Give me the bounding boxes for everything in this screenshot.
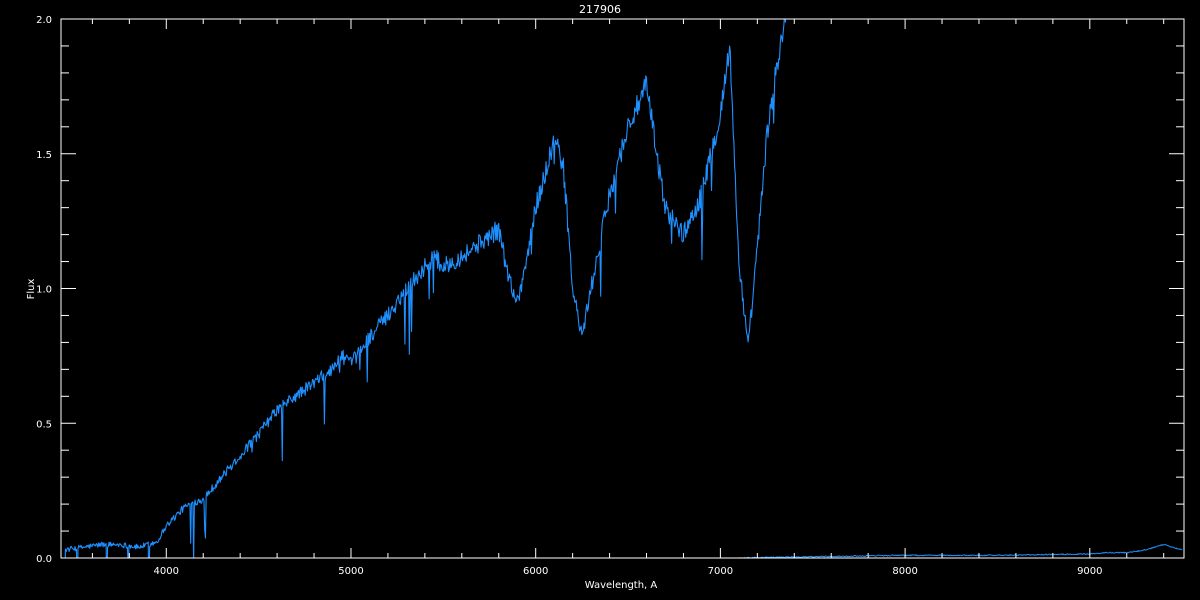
x-tick-label-6000: 6000 bbox=[523, 566, 548, 577]
y-tick-label-1.5: 1.5 bbox=[36, 150, 52, 161]
x-tick-label-9000: 9000 bbox=[1077, 566, 1102, 577]
y-tick-label-0.0: 0.0 bbox=[36, 554, 52, 565]
x-tick-label-8000: 8000 bbox=[892, 566, 917, 577]
plot-background bbox=[61, 19, 1184, 558]
x-axis-label: Wavelength, A bbox=[585, 580, 658, 591]
y-axis-label: Flux bbox=[26, 279, 37, 300]
x-tick-label-4000: 4000 bbox=[154, 566, 179, 577]
spectrum-chart: 4000 5000 6000 7000 8000 9000 0.0 0.5 1.0 1.5 2.0 … bbox=[0, 0, 1200, 600]
y-tick-label-0.5: 0.5 bbox=[36, 419, 52, 430]
y-tick-label-1.0: 1.0 bbox=[36, 285, 52, 296]
chart-title: 217906 bbox=[579, 3, 621, 16]
x-tick-label-5000: 5000 bbox=[338, 566, 363, 577]
y-tick-label-2.0: 2.0 bbox=[36, 15, 52, 26]
chart-svg: 4000 5000 6000 7000 8000 90000.00.51.01.52.0 … bbox=[26, 3, 1185, 591]
plot-area bbox=[61, 19, 1184, 558]
x-tick-label-7000: 7000 bbox=[708, 566, 733, 577]
